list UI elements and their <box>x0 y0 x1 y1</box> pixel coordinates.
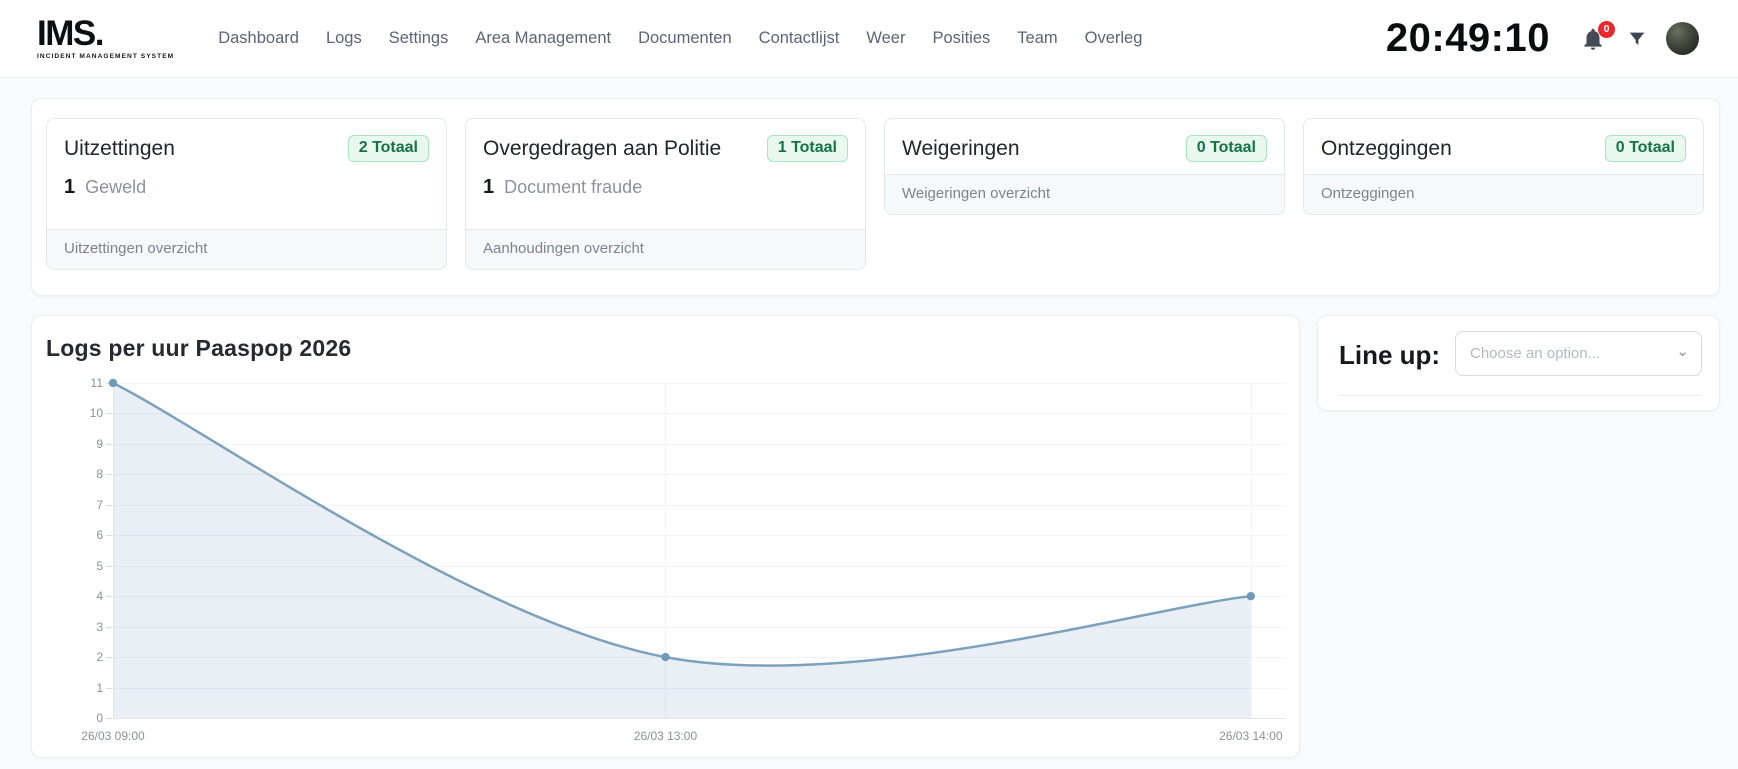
nav-item-settings[interactable]: Settings <box>389 29 449 48</box>
y-axis-tick <box>106 718 112 719</box>
stat-count-label: Geweld <box>85 177 147 197</box>
y-axis-tick <box>106 474 112 476</box>
y-axis-tick <box>106 443 112 445</box>
y-axis-label: 7 <box>96 497 103 512</box>
stat-total-badge: 0 Totaal <box>1185 135 1267 162</box>
nav-item-weer[interactable]: Weer <box>866 29 905 48</box>
stat-card-weigeringen: Weigeringen 0 Totaal Weigeringen overzic… <box>884 118 1285 215</box>
app-logo[interactable]: IMS. INCIDENT MANAGEMENT SYSTEM <box>37 16 174 61</box>
user-avatar[interactable] <box>1666 22 1699 55</box>
y-axis-label: 4 <box>96 589 103 604</box>
nav-item-contactlijst[interactable]: Contactlijst <box>759 29 840 48</box>
data-point-marker <box>1246 591 1256 601</box>
notification-badge: 0 <box>1598 20 1615 38</box>
y-axis-label: 5 <box>96 558 103 573</box>
y-axis-label: 0 <box>96 711 103 725</box>
y-axis-tick <box>106 657 112 659</box>
stat-card-title: Overgedragen aan Politie <box>483 136 722 160</box>
logo-title: IMS. <box>37 14 104 54</box>
stat-card-uitzettingen: Uitzettingen 2 Totaal 1 Geweld Uitzettin… <box>46 118 447 270</box>
y-axis-label: 10 <box>89 406 103 421</box>
stat-card-title: Ontzeggingen <box>1321 136 1452 160</box>
nav-item-documenten[interactable]: Documenten <box>638 29 732 48</box>
y-axis-tick <box>106 535 112 537</box>
data-point-marker <box>661 652 670 662</box>
y-axis-label: 9 <box>96 436 103 451</box>
stat-count: 1 <box>483 176 495 198</box>
y-axis-label: 6 <box>96 528 103 543</box>
stat-count-label: Document fraude <box>504 177 643 197</box>
main-nav: Dashboard Logs Settings Area Management … <box>218 29 1142 48</box>
filter-button[interactable] <box>1626 28 1648 50</box>
x-axis-label: 26/03 14:00 <box>1219 729 1283 743</box>
header-right-cluster: 20:49:10 0 <box>1386 16 1699 61</box>
stat-total-badge: 1 Totaal <box>766 135 848 162</box>
y-axis-label: 8 <box>96 467 103 482</box>
y-axis-tick <box>106 626 112 628</box>
logs-chart-card: Logs per uur Paaspop 2026 0 1 2 3 4 5 6 7 8 9 10 11… <box>31 315 1300 758</box>
dashboard-content: Uitzettingen 2 Totaal 1 Geweld Uitzettin… <box>31 98 1720 758</box>
nav-item-dashboard[interactable]: Dashboard <box>218 29 299 48</box>
chart-title: Logs per uur Paaspop 2026 <box>46 335 352 361</box>
nav-item-posities[interactable]: Posities <box>932 29 990 48</box>
stat-breakdown-row: 1 Document fraude <box>466 174 865 217</box>
stat-count: 1 <box>64 176 76 198</box>
logo-subtitle: INCIDENT MANAGEMENT SYSTEM <box>37 53 175 61</box>
y-axis-tick <box>106 413 112 415</box>
nav-item-team[interactable]: Team <box>1017 29 1057 48</box>
y-axis-tick <box>106 687 112 689</box>
lineup-panel: Line up: Choose an option... ⌄ <box>1317 315 1720 411</box>
top-navbar: IMS. INCIDENT MANAGEMENT SYSTEM Dashboar… <box>0 0 1738 78</box>
y-axis-tick <box>106 504 112 506</box>
gridline-y <box>113 718 1286 719</box>
stats-overview: Uitzettingen 2 Totaal 1 Geweld Uitzettin… <box>31 98 1720 296</box>
nav-item-logs[interactable]: Logs <box>326 29 362 48</box>
chevron-down-icon: ⌄ <box>1676 343 1689 360</box>
stat-card-title: Weigeringen <box>902 136 1020 160</box>
stat-footer-link[interactable]: Aanhoudingen overzicht <box>466 229 865 269</box>
stat-total-badge: 0 Totaal <box>1604 135 1686 162</box>
y-axis-label: 3 <box>96 619 103 634</box>
stat-card-overgedragen-politie: Overgedragen aan Politie 1 Totaal 1 Docu… <box>465 118 866 270</box>
stat-total-badge: 2 Totaal <box>347 135 429 162</box>
nav-item-area-management[interactable]: Area Management <box>475 29 611 48</box>
data-point-marker <box>108 378 118 388</box>
lineup-select-placeholder: Choose an option... <box>1470 345 1601 362</box>
stat-card-title: Uitzettingen <box>64 136 175 160</box>
live-clock: 20:49:10 <box>1385 16 1550 60</box>
notifications-button[interactable]: 0 <box>1580 20 1615 53</box>
chart-series-svg <box>108 378 1256 718</box>
chart-plot-area: 0 1 2 3 4 5 6 7 8 9 10 11 26/03 09:00 26/03 13:00 26/0… <box>81 376 1286 743</box>
stat-footer-link[interactable]: Ontzeggingen <box>1304 174 1703 214</box>
x-axis-label: 26/03 09:00 <box>81 729 145 743</box>
stat-card-ontzeggingen: Ontzeggingen 0 Totaal Ontzeggingen <box>1303 118 1704 215</box>
y-axis-label: 1 <box>96 680 103 695</box>
nav-item-overleg[interactable]: Overleg <box>1085 29 1143 48</box>
stat-footer-link[interactable]: Weigeringen overzicht <box>885 174 1284 214</box>
series-area-fill <box>113 383 1251 718</box>
stat-breakdown-row: 1 Geweld <box>47 174 446 217</box>
y-axis-tick <box>106 565 112 567</box>
lineup-select[interactable]: Choose an option... ⌄ <box>1455 331 1702 376</box>
y-axis-label: 2 <box>96 650 103 665</box>
stat-footer-link[interactable]: Uitzettingen overzicht <box>47 229 446 269</box>
x-axis-label: 26/03 13:00 <box>633 729 698 743</box>
lineup-label: Line up: <box>1339 340 1441 370</box>
lineup-divider <box>1339 395 1701 396</box>
filter-icon <box>1629 32 1645 45</box>
y-axis-label: 11 <box>90 376 103 390</box>
logs-per-uur-chart: 0 1 2 3 4 5 6 7 8 9 10 11 26/03 09:00 26/03 13:00 26/0… <box>46 362 1286 744</box>
y-axis-tick <box>106 596 112 598</box>
